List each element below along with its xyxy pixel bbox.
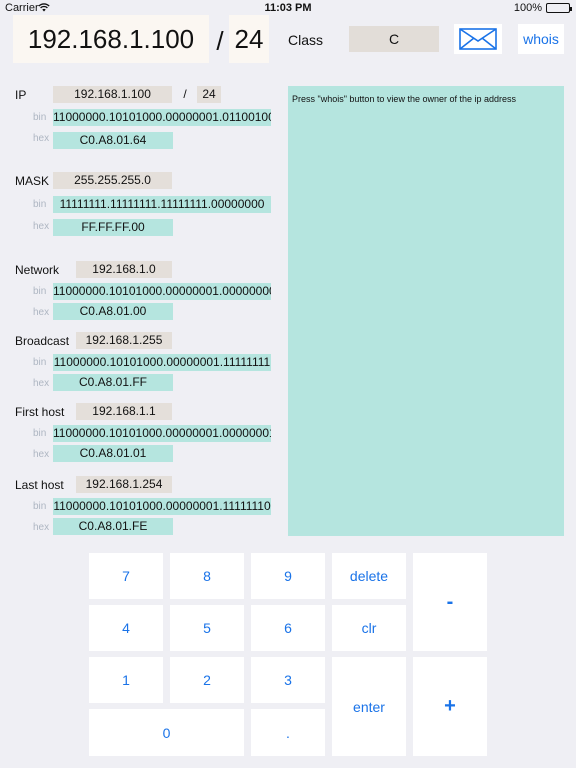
key-3[interactable]: 3	[251, 657, 325, 703]
first-host-hex-field: C0.A8.01.01	[53, 445, 173, 462]
key-0[interactable]: 0	[89, 709, 244, 756]
ip-input-display[interactable]: 192.168.1.100	[13, 15, 209, 63]
last-host-bin-label: bin	[33, 501, 47, 512]
network-hex-field: C0.A8.01.00	[53, 303, 173, 320]
whois-hint-text: Press "whois" button to view the owner o…	[292, 94, 517, 104]
cidr-input-display[interactable]: 24	[229, 15, 269, 63]
ip-cidr-field: 24	[197, 86, 221, 103]
battery-icon	[546, 3, 572, 13]
enter-button[interactable]: enter	[332, 657, 406, 756]
broadcast-bin-label: bin	[33, 357, 47, 368]
key-2[interactable]: 2	[170, 657, 244, 703]
broadcast-hex-label: hex	[33, 378, 50, 389]
broadcast-hex-field: C0.A8.01.FF	[53, 374, 173, 391]
key-9[interactable]: 9	[251, 553, 325, 599]
mask-hex-field: FF.FF.FF.00	[53, 219, 173, 236]
last-host-bin-field: 11000000.10101000.00000001.11111110	[53, 498, 271, 515]
key-4[interactable]: 4	[89, 605, 163, 651]
clear-button[interactable]: clr	[332, 605, 406, 651]
envelope-icon	[459, 28, 497, 50]
ip-hex-field: C0.A8.01.64	[53, 132, 173, 149]
key-dot[interactable]: .	[251, 709, 325, 756]
delete-button[interactable]: delete	[332, 553, 406, 599]
mask-bin-field: 11111111.11111111.11111111.00000000	[53, 196, 271, 213]
class-value: C	[349, 26, 439, 52]
last-host-hex-field: C0.A8.01.FE	[53, 518, 173, 535]
key-5[interactable]: 5	[170, 605, 244, 651]
whois-result-panel: Press "whois" button to view the owner o…	[288, 86, 564, 536]
ip-label: IP	[15, 88, 27, 102]
key-6[interactable]: 6	[251, 605, 325, 651]
first-host-hex-label: hex	[33, 449, 50, 460]
mask-dec-field: 255.255.255.0	[53, 172, 172, 189]
last-host-dec-field: 192.168.1.254	[76, 476, 172, 493]
status-bar: Carrier 11:03 PM 100%	[0, 0, 576, 16]
minus-button[interactable]: -	[413, 553, 487, 651]
first-host-dec-field: 192.168.1.1	[76, 403, 172, 420]
first-host-bin-field: 11000000.10101000.00000001.00000001	[53, 425, 271, 442]
key-7[interactable]: 7	[89, 553, 163, 599]
ip-bin-label: bin	[33, 112, 47, 123]
cidr-separator: /	[216, 26, 224, 56]
first-host-label: First host	[15, 405, 65, 419]
whois-button[interactable]: whois	[518, 24, 564, 54]
last-host-hex-label: hex	[33, 522, 50, 533]
ip-dec-field: 192.168.1.100	[53, 86, 172, 103]
mail-button[interactable]	[454, 24, 502, 54]
broadcast-dec-field: 192.168.1.255	[76, 332, 172, 349]
mask-hex-label: hex	[33, 221, 50, 232]
plus-button[interactable]: +	[413, 657, 487, 756]
network-dec-field: 192.168.1.0	[76, 261, 172, 278]
class-label: Class	[288, 32, 324, 48]
clock: 11:03 PM	[264, 2, 312, 14]
network-hex-label: hex	[33, 307, 50, 318]
key-8[interactable]: 8	[170, 553, 244, 599]
mask-label: MASK	[15, 174, 50, 188]
first-host-bin-label: bin	[33, 428, 47, 439]
battery-percent: 100%	[513, 2, 542, 14]
ip-slash: /	[183, 87, 187, 101]
network-bin-label: bin	[33, 286, 47, 297]
ip-bin-field: 11000000.10101000.00000001.01100100	[53, 109, 271, 126]
broadcast-label: Broadcast	[15, 334, 70, 348]
network-label: Network	[15, 263, 60, 277]
key-1[interactable]: 1	[89, 657, 163, 703]
last-host-label: Last host	[15, 478, 64, 492]
ip-hex-label: hex	[33, 133, 50, 144]
network-bin-field: 11000000.10101000.00000001.00000000	[53, 283, 271, 300]
mask-bin-label: bin	[33, 199, 47, 210]
broadcast-bin-field: 11000000.10101000.00000001.11111111	[53, 354, 271, 371]
